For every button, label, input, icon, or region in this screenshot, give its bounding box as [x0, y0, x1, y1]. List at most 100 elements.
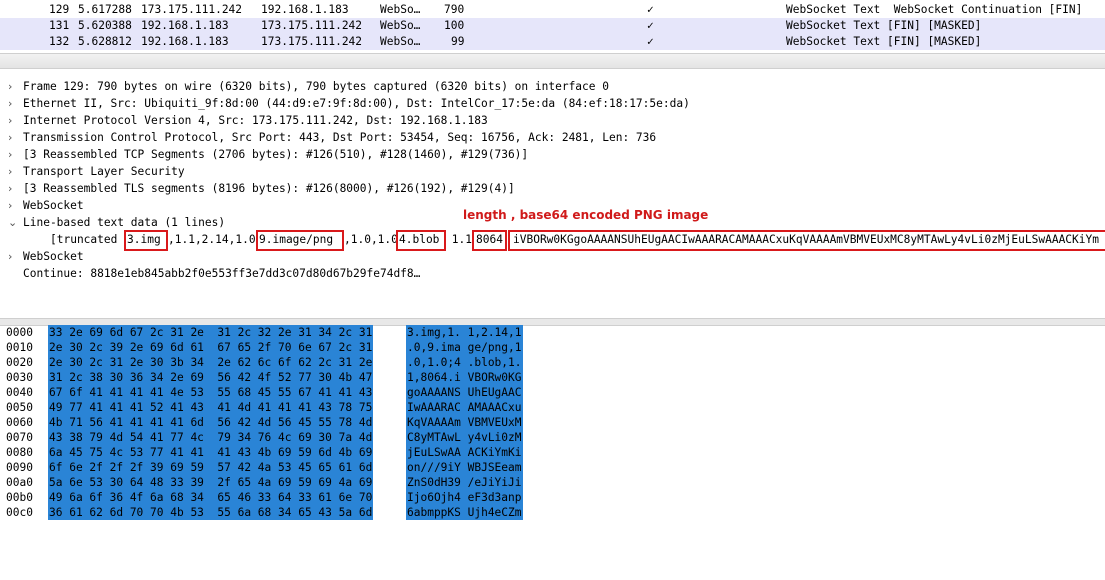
tree-item-ipv4[interactable]: › Internet Protocol Version 4, Src: 173.… [0, 112, 1105, 129]
packet-destination: 192.168.1.183 [261, 3, 349, 16]
packet-no: 132 [49, 35, 70, 48]
tree-item-websocket[interactable]: › WebSocket [0, 248, 1105, 265]
packet-protocol: WebSo… [380, 3, 421, 16]
tree-item-frame[interactable]: › Frame 129: 790 bytes on wire (6320 bit… [0, 78, 1105, 95]
packet-info: WebSocket Text WebSocket Continuation [F… [786, 3, 1083, 16]
hex-bytes[interactable]: 43 38 79 4d 54 41 77 4c 79 34 76 4c 69 3… [48, 430, 374, 445]
chevron-right-icon[interactable]: › [8, 180, 18, 197]
hex-ascii[interactable]: Ijo6Ojh4 eF3d3anp [406, 490, 523, 505]
hex-row[interactable]: 00b0 49 6a 6f 36 4f 6a 68 34 65 46 33 64… [0, 490, 1105, 505]
packet-info: WebSocket Text [FIN] [MASKED] [786, 19, 982, 32]
tree-item-label: Transport Layer Security [23, 165, 185, 178]
packet-source: 192.168.1.183 [141, 19, 229, 32]
hex-row[interactable]: 0090 6f 6e 2f 2f 2f 39 69 59 57 42 4a 53… [0, 460, 1105, 475]
chevron-down-icon[interactable]: ⌄ [8, 214, 18, 231]
tree-item-label: Frame 129: 790 bytes on wire (6320 bits)… [23, 80, 609, 93]
tree-item-label: [3 Reassembled TLS segments (8196 bytes)… [23, 182, 515, 195]
tree-item-label: Ethernet II, Src: Ubiquiti_9f:8d:00 (44:… [23, 97, 690, 110]
hex-bytes[interactable]: 36 61 62 6d 70 70 4b 53 55 6a 68 34 65 4… [48, 505, 374, 520]
hex-offset: 0010 [6, 341, 33, 354]
check-icon: ✓ [647, 3, 654, 16]
hex-ascii[interactable]: on///9iY WBJSEeam [406, 460, 523, 475]
hex-offset: 00b0 [6, 491, 33, 504]
hex-row[interactable]: 00c0 36 61 62 6d 70 70 4b 53 55 6a 68 34… [0, 505, 1105, 520]
hex-bytes[interactable]: 2e 30 2c 39 2e 69 6d 61 67 65 2f 70 6e 6… [48, 340, 374, 355]
hex-ascii[interactable]: KqVAAAAm VBMVEUxM [406, 415, 523, 430]
tree-item-label: [3 Reassembled TCP Segments (2706 bytes)… [23, 148, 529, 161]
chevron-right-icon[interactable]: › [8, 129, 18, 146]
hex-row[interactable]: 0050 49 77 41 41 41 52 41 43 41 4d 41 41… [0, 400, 1105, 415]
packet-no: 131 [49, 19, 70, 32]
hex-offset: 00c0 [6, 506, 33, 519]
hex-bytes[interactable]: 6f 6e 2f 2f 2f 39 69 59 57 42 4a 53 45 6… [48, 460, 374, 475]
hex-ascii[interactable]: jEuLSwAA ACKiYmKi [406, 445, 523, 460]
hex-offset: 0020 [6, 356, 33, 369]
packet-length: 99 [451, 35, 465, 48]
hex-ascii[interactable]: 6abmppKS Ujh4eCZm [406, 505, 523, 520]
hex-bytes[interactable]: 2e 30 2c 31 2e 30 3b 34 2e 62 6c 6f 62 2… [48, 355, 374, 370]
hex-dump-pane: 0000 33 2e 69 6d 67 2c 31 2e 31 2c 32 2e… [0, 325, 1105, 520]
hex-bytes[interactable]: 49 77 41 41 41 52 41 43 41 4d 41 41 41 4… [48, 400, 374, 415]
packet-length: 100 [444, 19, 465, 32]
packet-destination: 173.175.111.242 [261, 35, 363, 48]
tree-item-continue[interactable]: Continue: 8818e1eb845abb2f0e553ff3e7dd3c… [0, 265, 1105, 282]
chevron-right-icon[interactable]: › [8, 197, 18, 214]
hex-ascii[interactable]: .0,9.ima ge/png,1 [406, 340, 523, 355]
tree-item-ethernet[interactable]: › Ethernet II, Src: Ubiquiti_9f:8d:00 (4… [0, 95, 1105, 112]
packet-no: 129 [49, 3, 70, 16]
packet-row[interactable]: 129 5.617288 173.175.111.242 192.168.1.1… [0, 2, 1105, 18]
packet-row[interactable]: 132 5.628812 192.168.1.183 173.175.111.2… [0, 34, 1105, 50]
hex-row[interactable]: 0070 43 38 79 4d 54 41 77 4c 79 34 76 4c… [0, 430, 1105, 445]
chevron-right-icon[interactable]: › [8, 78, 18, 95]
chevron-right-icon[interactable]: › [8, 163, 18, 180]
hex-ascii[interactable]: 3.img,1. 1,2.14,1 [406, 325, 523, 340]
hex-ascii[interactable]: .0,1.0;4 .blob,1. [406, 355, 523, 370]
hex-row[interactable]: 0060 4b 71 56 41 41 41 41 6d 56 42 4d 56… [0, 415, 1105, 430]
tree-item-label: WebSocket [23, 250, 84, 263]
packet-protocol: WebSo… [380, 19, 421, 32]
tree-item-tcp-segments[interactable]: › [3 Reassembled TCP Segments (2706 byte… [0, 146, 1105, 163]
hex-bytes[interactable]: 6a 45 75 4c 53 77 41 41 41 43 4b 69 59 6… [48, 445, 374, 460]
hex-row[interactable]: 0080 6a 45 75 4c 53 77 41 41 41 43 4b 69… [0, 445, 1105, 460]
packet-source: 173.175.111.242 [141, 3, 243, 16]
tree-item-label: Internet Protocol Version 4, Src: 173.17… [23, 114, 488, 127]
hex-bytes[interactable]: 67 6f 41 41 41 41 4e 53 55 68 45 55 67 4… [48, 385, 374, 400]
tree-item-tcp[interactable]: › Transmission Control Protocol, Src Por… [0, 129, 1105, 146]
hex-row[interactable]: 0020 2e 30 2c 31 2e 30 3b 34 2e 62 6c 6f… [0, 355, 1105, 370]
hex-bytes[interactable]: 4b 71 56 41 41 41 41 6d 56 42 4d 56 45 5… [48, 415, 374, 430]
hex-row[interactable]: 00a0 5a 6e 53 30 64 48 33 39 2f 65 4a 69… [0, 475, 1105, 490]
hex-row[interactable]: 0010 2e 30 2c 39 2e 69 6d 61 67 65 2f 70… [0, 340, 1105, 355]
tree-item-label: WebSocket [23, 199, 84, 212]
chevron-right-icon[interactable]: › [8, 95, 18, 112]
tree-item-label: Continue: 8818e1eb845abb2f0e553ff3e7dd3c… [23, 267, 421, 280]
hex-offset: 0090 [6, 461, 33, 474]
hex-row[interactable]: 0040 67 6f 41 41 41 41 4e 53 55 68 45 55… [0, 385, 1105, 400]
hex-bytes[interactable]: 5a 6e 53 30 64 48 33 39 2f 65 4a 69 59 6… [48, 475, 374, 490]
tree-item-label: Line-based text data (1 lines) [23, 216, 226, 229]
hex-ascii[interactable]: 1,8064.i VBORw0KG [406, 370, 523, 385]
hex-bytes[interactable]: 33 2e 69 6d 67 2c 31 2e 31 2c 32 2e 31 3… [48, 325, 374, 340]
hex-ascii[interactable]: IwAAARAC AMAAACxu [406, 400, 523, 415]
hex-bytes[interactable]: 31 2c 38 30 36 34 2e 69 56 42 4f 52 77 3… [48, 370, 374, 385]
hex-bytes[interactable]: 49 6a 6f 36 4f 6a 68 34 65 46 33 64 33 6… [48, 490, 374, 505]
packet-info: WebSocket Text [FIN] [MASKED] [786, 35, 982, 48]
packet-row[interactable]: 131 5.620388 192.168.1.183 173.175.111.2… [0, 18, 1105, 34]
chevron-right-icon[interactable]: › [8, 248, 18, 265]
hex-row[interactable]: 0000 33 2e 69 6d 67 2c 31 2e 31 2c 32 2e… [0, 325, 1105, 340]
tree-item-tls-segments[interactable]: › [3 Reassembled TLS segments (8196 byte… [0, 180, 1105, 197]
packet-list: 129 5.617288 173.175.111.242 192.168.1.1… [0, 0, 1105, 52]
hex-ascii[interactable]: goAAAANS UhEUgAAC [406, 385, 523, 400]
pane-splitter[interactable] [0, 53, 1105, 69]
packet-time: 5.628812 [78, 35, 132, 48]
annotation-label: length , base64 encoded PNG image [463, 208, 709, 222]
packet-time: 5.617288 [78, 3, 132, 16]
packet-details-tree: › Frame 129: 790 bytes on wire (6320 bit… [0, 68, 1105, 318]
hex-row[interactable]: 0030 31 2c 38 30 36 34 2e 69 56 42 4f 52… [0, 370, 1105, 385]
chevron-right-icon[interactable]: › [8, 112, 18, 129]
hex-ascii[interactable]: ZnS0dH39 /eJiYiJi [406, 475, 523, 490]
hex-ascii[interactable]: C8yMTAwL y4vLi0zM [406, 430, 523, 445]
packet-protocol: WebSo… [380, 35, 421, 48]
tree-item-tls[interactable]: › Transport Layer Security [0, 163, 1105, 180]
packet-destination: 173.175.111.242 [261, 19, 363, 32]
chevron-right-icon[interactable]: › [8, 146, 18, 163]
